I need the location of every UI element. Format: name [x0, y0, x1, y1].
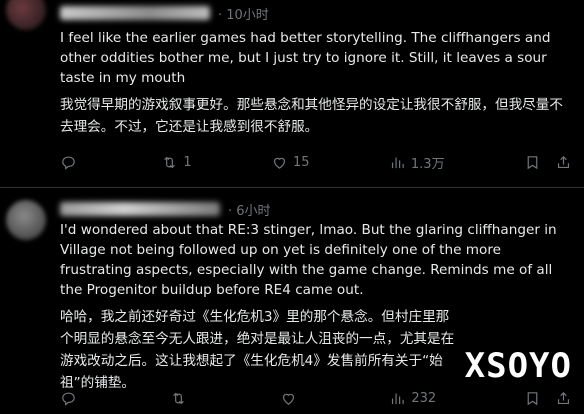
share-button[interactable] [555, 154, 572, 171]
timestamp[interactable]: · 10小时 [218, 4, 269, 23]
tweet-text-zh: 哈哈，我之前还好奇过《生化危机3》里的那个悬念。但村庄里那个明显的悬念至今无人跟… [60, 309, 455, 391]
timestamp[interactable]: · 6小时 [228, 200, 271, 219]
views-icon [392, 393, 405, 404]
secondary-actions [524, 154, 572, 171]
bookmark-icon [527, 155, 538, 169]
share-icon [557, 391, 570, 404]
share-icon [557, 155, 570, 168]
views-icon [391, 157, 404, 168]
retweet-button[interactable]: 1 [161, 154, 192, 171]
action-bar: 232 [60, 388, 572, 408]
timeline: · 10小时 I feel like the earlier games had… [0, 0, 584, 414]
tweet-header: · 10小时 [60, 4, 269, 23]
bookmark-icon [527, 391, 538, 405]
like-count: 15 [293, 154, 310, 170]
action-bar: 1 15 1.3万 [60, 152, 572, 172]
avatar[interactable] [6, 200, 46, 240]
share-button[interactable] [555, 390, 572, 407]
tweet-header: · 6小时 [60, 200, 271, 219]
views-count: 232 [411, 390, 437, 406]
retweet-button[interactable] [170, 390, 192, 407]
reply-icon [62, 392, 75, 406]
retweet-count: 1 [183, 154, 192, 170]
like-icon [273, 157, 286, 169]
reply-icon [62, 156, 75, 170]
tweet-text-zh: 我觉得早期的游戏叙事更好。那些悬念和其他怪异的设定让我很不舒服，但我尽量不去理会… [60, 97, 563, 135]
bookmark-button[interactable] [524, 390, 541, 407]
tweet-text-en: I feel like the earlier games had better… [60, 30, 551, 86]
views-count: 1.3万 [410, 156, 445, 172]
bookmark-button[interactable] [524, 154, 541, 171]
views-button[interactable]: 1.3万 [389, 153, 445, 172]
author-name-blurred[interactable] [60, 202, 220, 216]
avatar[interactable] [6, 0, 46, 30]
author-name-blurred[interactable] [60, 6, 210, 20]
like-button[interactable] [280, 390, 302, 407]
tweet-1[interactable]: · 10小时 I feel like the earlier games had… [0, 0, 584, 188]
retweet-icon [164, 156, 176, 168]
like-button[interactable]: 15 [271, 154, 310, 171]
views-button[interactable]: 232 [389, 390, 436, 407]
watermark: XSOYO [464, 346, 572, 386]
reply-button[interactable] [60, 390, 82, 407]
like-icon [282, 393, 294, 405]
secondary-actions [524, 390, 572, 407]
tweet-text-en: I'd wondered about that RE:3 stinger, lm… [60, 222, 557, 298]
reply-button[interactable] [60, 154, 82, 171]
retweet-icon [172, 392, 184, 404]
